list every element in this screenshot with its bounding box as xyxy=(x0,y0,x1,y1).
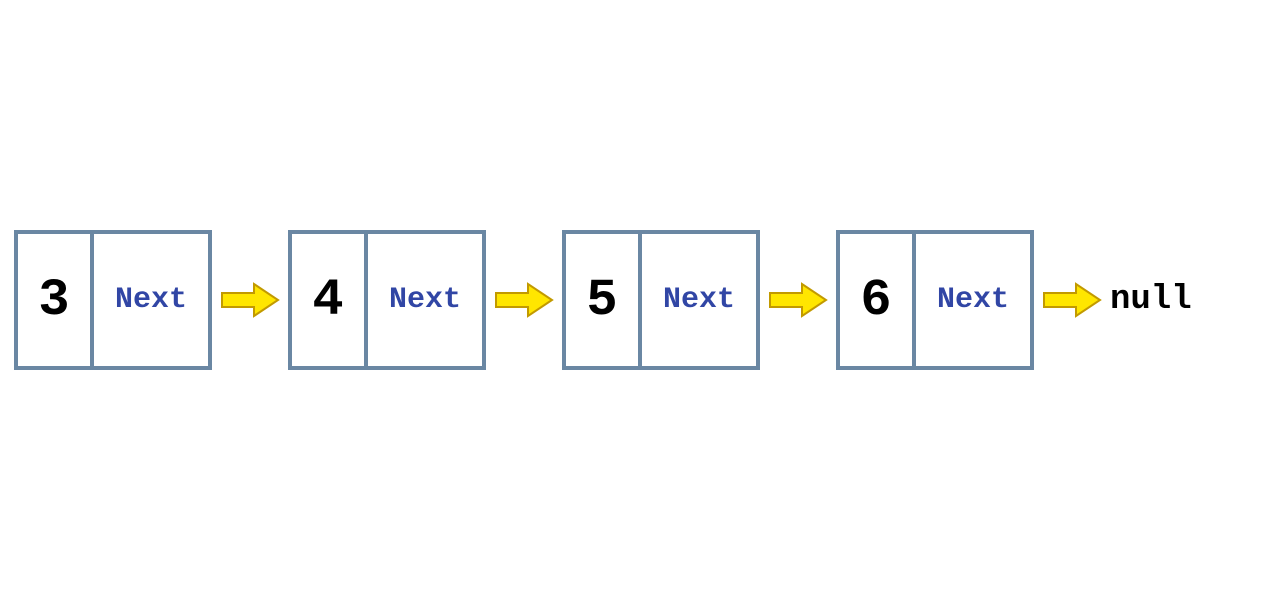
list-terminator: null xyxy=(1110,230,1192,370)
node-value: 3 xyxy=(38,271,69,330)
linked-list-diagram: 3 Next 4 Next 5 Next xyxy=(14,230,1192,370)
list-node: 3 Next xyxy=(14,230,212,370)
node-value-cell: 5 xyxy=(562,230,642,370)
node-value-cell: 4 xyxy=(288,230,368,370)
node-pointer-label: Next xyxy=(389,283,461,317)
arrow-right-icon xyxy=(486,230,562,370)
node-value: 5 xyxy=(586,271,617,330)
node-pointer-cell: Next xyxy=(94,230,212,370)
list-node: 4 Next xyxy=(288,230,486,370)
node-value: 4 xyxy=(312,271,343,330)
terminator-label: null xyxy=(1110,281,1192,319)
node-value: 6 xyxy=(860,271,891,330)
node-value-cell: 3 xyxy=(14,230,94,370)
node-pointer-cell: Next xyxy=(368,230,486,370)
node-pointer-cell: Next xyxy=(916,230,1034,370)
arrow-right-icon xyxy=(1034,230,1110,370)
list-node: 6 Next xyxy=(836,230,1034,370)
arrow-right-icon xyxy=(760,230,836,370)
node-pointer-label: Next xyxy=(663,283,735,317)
node-pointer-label: Next xyxy=(115,283,187,317)
node-pointer-label: Next xyxy=(937,283,1009,317)
list-node: 5 Next xyxy=(562,230,760,370)
node-pointer-cell: Next xyxy=(642,230,760,370)
arrow-right-icon xyxy=(212,230,288,370)
node-value-cell: 6 xyxy=(836,230,916,370)
